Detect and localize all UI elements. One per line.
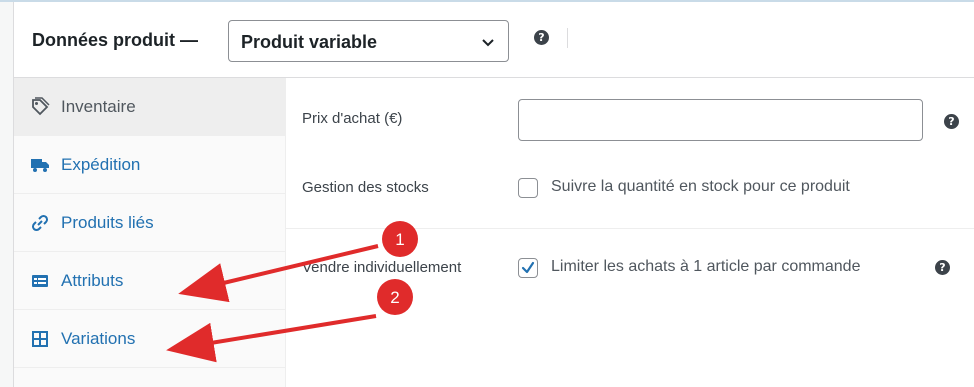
chevron-down-icon — [482, 39, 494, 47]
question-circle-icon[interactable]: ? — [534, 30, 549, 45]
tab-variations[interactable]: Variations — [14, 310, 285, 368]
section-divider — [286, 228, 974, 229]
tab-produits-lies[interactable]: Produits liés — [14, 194, 285, 252]
link-icon — [31, 214, 49, 232]
purchase-price-label: Prix d'achat (€) — [302, 110, 403, 127]
product-data-panel: Données produit — Produit variable ? Inv… — [14, 2, 974, 387]
tag-icon — [32, 97, 50, 116]
checkmark-icon — [521, 261, 535, 274]
product-data-header: Données produit — Produit variable ? — [14, 2, 974, 78]
stock-management-label: Gestion des stocks — [302, 179, 429, 196]
purchase-price-input[interactable] — [518, 99, 923, 141]
tab-label: Expédition — [61, 155, 141, 174]
left-edge-strip — [0, 2, 14, 387]
question-circle-icon[interactable]: ? — [935, 260, 950, 275]
question-circle-icon[interactable]: ? — [944, 114, 959, 129]
product-data-tabs: Inventaire Expédition Produits liés Attr… — [14, 78, 286, 387]
tab-label: Variations — [61, 329, 136, 348]
sold-individually-label: Vendre individuellement — [302, 259, 462, 276]
tab-label: Attributs — [61, 271, 124, 290]
tab-attributs[interactable]: Attributs — [14, 252, 285, 310]
inventory-panel: Prix d'achat (€) ? Gestion des stocks Su… — [286, 78, 974, 387]
tab-expedition[interactable]: Expédition — [14, 136, 285, 194]
product-type-value: Produit variable — [241, 32, 378, 52]
sold-individually-checkbox[interactable] — [518, 258, 538, 278]
truck-icon — [31, 159, 49, 172]
stock-management-checkbox[interactable] — [518, 178, 538, 198]
product-type-select[interactable]: Produit variable — [228, 20, 509, 62]
panel-title: Données produit — — [32, 30, 198, 50]
stock-management-checkbox-label: Suivre la quantité en stock pour ce prod… — [551, 178, 850, 195]
list-card-icon — [32, 275, 48, 287]
tab-label: Produits liés — [61, 213, 154, 232]
grid-icon — [32, 331, 48, 347]
header-separator — [567, 28, 568, 48]
tab-label: Inventaire — [61, 97, 136, 116]
sold-individually-checkbox-label: Limiter les achats à 1 article par comma… — [551, 258, 861, 275]
tab-inventaire[interactable]: Inventaire — [14, 78, 285, 136]
